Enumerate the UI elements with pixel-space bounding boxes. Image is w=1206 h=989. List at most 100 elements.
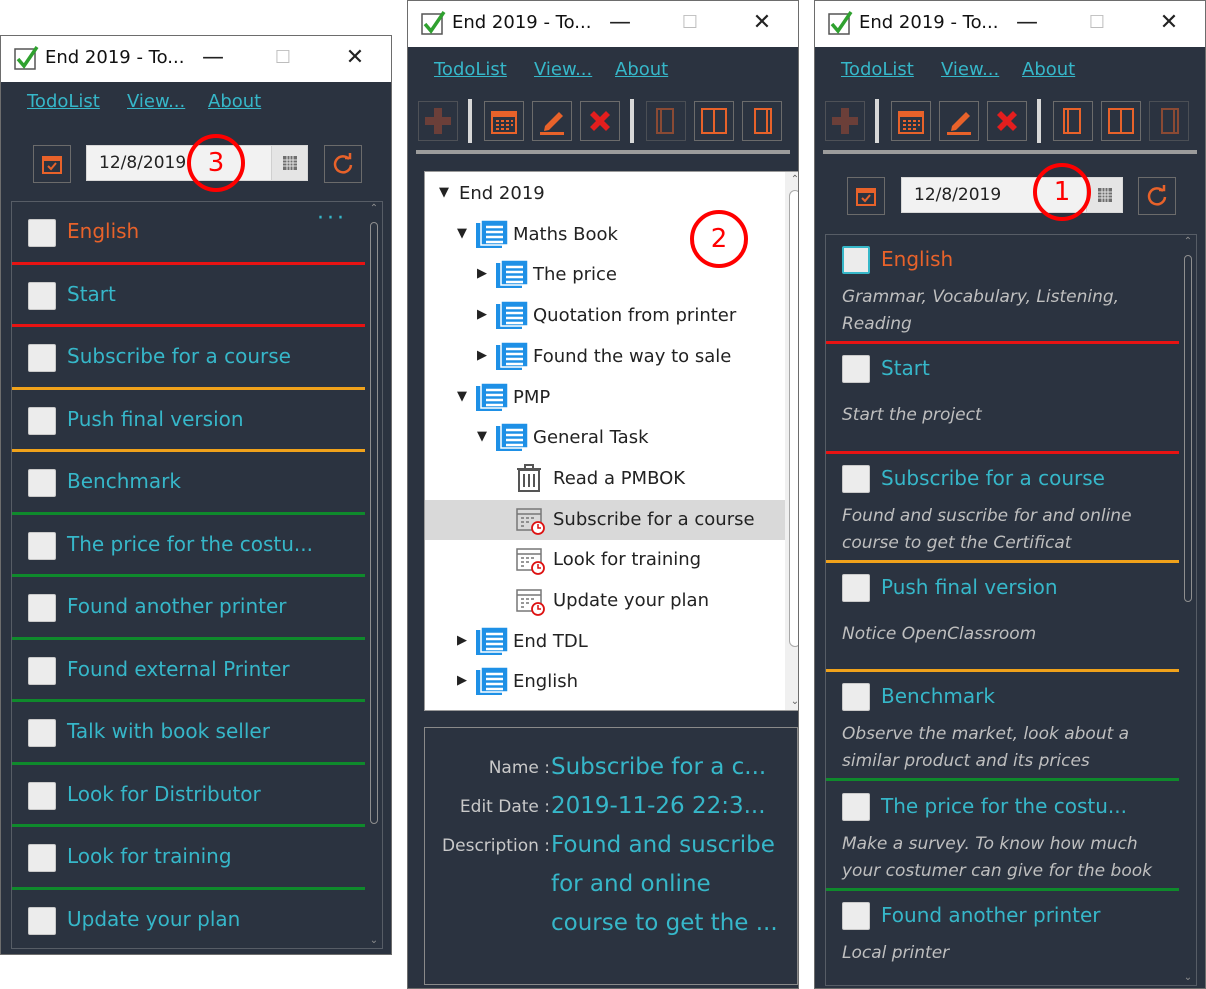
scroll-down-arrow[interactable]: ⌄	[785, 694, 798, 710]
close-button[interactable]: ✕	[742, 7, 782, 39]
list-item[interactable]: Look for Distributor	[12, 765, 365, 827]
edit-button[interactable]	[532, 101, 572, 141]
list-item[interactable]: Start	[12, 265, 365, 327]
scrollbar[interactable]: ⌃ ⌄	[366, 202, 382, 948]
task-checkbox[interactable]	[842, 683, 870, 712]
calendar-button[interactable]	[484, 101, 524, 141]
list-item[interactable]: Start Start the project	[826, 344, 1179, 454]
task-checkbox[interactable]	[842, 464, 870, 493]
list-item[interactable]: The price for the costu... Make a survey.…	[826, 782, 1179, 891]
maximize-button[interactable]: ☐	[263, 42, 303, 74]
scrollbar[interactable]: ⌃ ⌄	[1180, 235, 1196, 985]
list-item[interactable]: English Grammar, Vocabulary, Listening, R…	[826, 235, 1179, 345]
caret-down-icon[interactable]: ▼	[477, 429, 487, 444]
task-checkbox[interactable]	[28, 781, 56, 810]
list-item[interactable]: Benchmark Observe the market, look about …	[826, 672, 1179, 782]
task-checkbox[interactable]	[28, 219, 56, 247]
caret-right-icon[interactable]: ▶	[477, 348, 487, 363]
list-item[interactable]: English ···	[12, 202, 365, 265]
caret-down-icon[interactable]: ▼	[457, 389, 467, 404]
left-panel-button[interactable]	[646, 101, 686, 141]
menu-about[interactable]: About	[208, 91, 261, 112]
caret-right-icon[interactable]: ▶	[477, 266, 487, 281]
date-input[interactable]: 12/8/2019	[99, 153, 186, 173]
delete-button[interactable]	[987, 101, 1027, 141]
task-checkbox[interactable]	[28, 531, 56, 560]
list-item[interactable]: Look for training	[12, 827, 365, 890]
task-checkbox[interactable]	[842, 792, 870, 821]
list-item[interactable]: Talk with book seller	[12, 702, 365, 765]
scroll-thumb[interactable]	[1184, 255, 1192, 602]
tree-node[interactable]: Subscribe for a course	[425, 499, 798, 540]
tree-node[interactable]: ▶ Found the way to sale	[425, 337, 798, 377]
task-checkbox[interactable]	[842, 573, 870, 602]
menu-todolist[interactable]: TodoList	[27, 91, 100, 112]
tree-node[interactable]: ▶ English	[425, 662, 798, 702]
right-panel-button[interactable]	[742, 101, 782, 141]
list-item[interactable]: The price for the costu...	[12, 515, 365, 577]
tree-node[interactable]: ▼ End 2019	[425, 174, 798, 214]
title-bar[interactable]: End 2019 - To... — ☐ ✕	[1, 36, 391, 82]
tree-node[interactable]: ▶ End TDL	[425, 622, 798, 662]
left-panel-button[interactable]	[1053, 101, 1093, 141]
tree-node[interactable]: ▶ The price	[425, 255, 798, 295]
menu-about[interactable]: About	[615, 59, 668, 80]
task-checkbox[interactable]	[28, 469, 56, 497]
tree-node[interactable]: Look for training	[425, 540, 798, 580]
menu-view[interactable]: View...	[127, 91, 185, 112]
close-button[interactable]: ✕	[1149, 7, 1189, 39]
menu-todolist[interactable]: TodoList	[434, 59, 507, 80]
minimize-button[interactable]: —	[600, 7, 640, 39]
right-panel-button[interactable]	[1149, 101, 1189, 141]
list-item[interactable]: Found external Printer	[12, 640, 365, 702]
list-item[interactable]: Subscribe for a course Found and suscribe…	[826, 454, 1179, 563]
task-checkbox[interactable]	[28, 281, 56, 310]
menu-view[interactable]: View...	[534, 59, 592, 80]
scroll-up-arrow[interactable]: ⌃	[785, 172, 798, 188]
task-checkbox[interactable]	[28, 906, 56, 935]
delete-button[interactable]	[580, 101, 620, 141]
calendar-dropdown-button[interactable]	[271, 146, 307, 180]
caret-right-icon[interactable]: ▶	[457, 673, 467, 688]
task-checkbox[interactable]	[28, 406, 56, 435]
list-item[interactable]: Push final version Notice OpenClassroom	[826, 563, 1179, 673]
task-checkbox[interactable]	[28, 594, 56, 622]
caret-right-icon[interactable]: ▶	[477, 307, 487, 322]
task-checkbox[interactable]	[28, 844, 56, 872]
scroll-up-arrow[interactable]: ⌃	[366, 202, 382, 216]
list-item[interactable]: Found another printer	[12, 577, 365, 640]
tree-node[interactable]: Update your plan	[425, 581, 798, 621]
title-bar[interactable]: End 2019 - To... — ☐ ✕	[408, 1, 798, 47]
list-item[interactable]: Push final version	[12, 390, 365, 452]
tree-node[interactable]: ▼ PMP	[425, 378, 798, 418]
ellipsis-icon[interactable]: ···	[317, 206, 347, 231]
task-checkbox[interactable]	[842, 901, 870, 930]
minimize-button[interactable]: —	[1007, 7, 1047, 39]
list-item[interactable]: Subscribe for a course	[12, 327, 365, 390]
list-item[interactable]: Benchmark	[12, 452, 365, 515]
edit-button[interactable]	[939, 101, 979, 141]
today-button[interactable]	[847, 177, 885, 215]
tree-scrollbar[interactable]: ⌃ ⌄	[785, 172, 798, 710]
caret-down-icon[interactable]: ▼	[439, 185, 449, 200]
scroll-thumb[interactable]	[370, 222, 378, 824]
add-button[interactable]	[825, 101, 865, 141]
list-item[interactable]: Found another printer Local printer	[826, 891, 1179, 985]
today-button[interactable]	[33, 145, 71, 183]
task-checkbox[interactable]	[28, 344, 56, 372]
task-checkbox[interactable]	[28, 719, 56, 747]
title-bar[interactable]: End 2019 - To... — ☐ ✕	[815, 1, 1205, 47]
task-checkbox[interactable]	[842, 246, 870, 274]
split-panel-button[interactable]	[694, 101, 734, 141]
task-checkbox[interactable]	[28, 656, 56, 685]
tree-node[interactable]: Read a PMBOK	[425, 459, 798, 499]
minimize-button[interactable]: —	[193, 42, 233, 74]
close-button[interactable]: ✕	[335, 42, 375, 74]
caret-down-icon[interactable]: ▼	[457, 226, 467, 241]
split-panel-button[interactable]	[1101, 101, 1141, 141]
task-checkbox[interactable]	[842, 355, 870, 384]
menu-todolist[interactable]: TodoList	[841, 59, 914, 80]
date-input[interactable]: 12/8/2019	[914, 185, 1001, 205]
refresh-button[interactable]	[1138, 177, 1176, 215]
scroll-down-arrow[interactable]: ⌄	[1180, 971, 1196, 985]
